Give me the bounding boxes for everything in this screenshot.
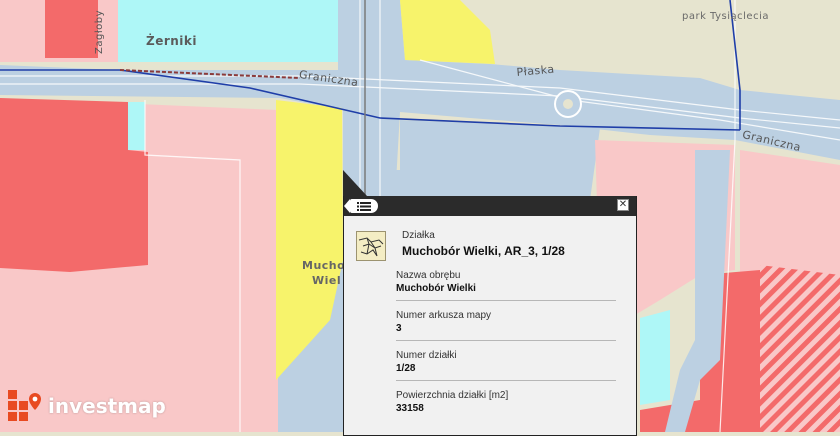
investmap-logo-icon [8,390,41,421]
popup-header: ✕ [344,196,636,216]
label-muchobor-line1: Mucho [302,259,346,272]
popup-pointer [343,170,367,196]
roundabout-center [563,99,573,109]
list-menu-icon [357,201,371,211]
investmap-logo-text: investmap [48,394,166,418]
industrial-area [45,0,98,58]
object-type-label: Działka [402,230,435,241]
close-button[interactable]: ✕ [617,199,629,211]
label-muchobor: Mucho Wiel [302,258,345,288]
cyan-zone [640,310,670,405]
parcel-map-icon [356,231,386,261]
field-separator [396,380,616,381]
field-value: Muchobór Wielki [396,283,476,294]
field-separator [396,300,616,301]
field-label: Numer arkusza mapy [396,310,492,321]
field-value: 33158 [396,403,424,414]
industrial-area [0,98,148,272]
parcel-title: Muchobór Wielki, AR_3, 1/28 [402,244,565,258]
field-label: Powierzchnia działki [m2] [396,390,509,401]
label-muchobor-line2: Wiel [312,274,342,287]
label-street-zagloby: Zagłoby [94,9,105,54]
hatched-zone [760,265,840,432]
cyan-zone-zerniki [118,0,338,62]
label-park: park Tysiąclecia [682,11,769,22]
field-powierzchnia: Powierzchnia działki [m2] 33158 [396,390,616,414]
field-numer-arkusza: Numer arkusza mapy 3 [396,310,616,334]
field-value: 1/28 [396,363,416,374]
field-separator [396,340,616,341]
cyan-zone [128,102,145,150]
investmap-logo: investmap [8,390,166,422]
list-menu-button[interactable] [344,199,378,213]
popup-body: Działka Muchobór Wielki, AR_3, 1/28 Nazw… [352,226,622,436]
field-numer-dzialki: Numer działki 1/28 [396,350,616,374]
parcel-info-popup: ✕ Działka Muchobór Wielki, AR_3, 1/28 Na… [343,196,637,436]
label-zerniki: Żerniki [146,34,198,48]
field-value: 3 [396,323,402,334]
field-label: Nazwa obrębu [396,270,461,281]
field-label: Numer działki [396,350,457,361]
field-nazwa-obrebu: Nazwa obrębu Muchobór Wielki [396,270,616,294]
